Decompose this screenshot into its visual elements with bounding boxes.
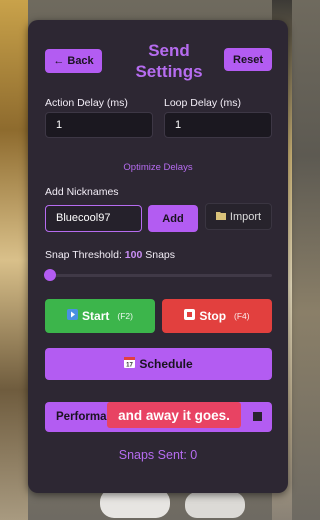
add-button-label: Add	[162, 212, 184, 225]
send-settings-panel: ← Back Send Settings Reset Action Delay …	[28, 20, 288, 493]
optimize-delays-link[interactable]: Optimize Delays	[28, 162, 288, 173]
background-shoe	[185, 492, 245, 518]
folder-icon	[215, 211, 226, 223]
performance-mode-checkbox[interactable]	[253, 412, 262, 421]
snap-threshold-slider[interactable]	[46, 274, 272, 277]
import-button[interactable]: Import	[205, 203, 272, 230]
schedule-button[interactable]: 17 Schedule	[45, 348, 272, 380]
title-line-1: Send	[148, 41, 190, 60]
stop-icon	[184, 309, 196, 323]
schedule-button-label: Schedule	[139, 357, 193, 371]
nickname-input[interactable]: Bluecool97	[45, 205, 142, 232]
stop-button[interactable]: Stop (F4)	[162, 299, 272, 333]
video-caption: and away it goes.	[107, 402, 241, 428]
page-title: Send Settings	[114, 40, 224, 82]
action-delay-label: Action Delay (ms)	[45, 97, 128, 109]
snap-threshold-prefix: Snap Threshold:	[45, 249, 122, 261]
snap-threshold-value: 100	[124, 249, 143, 261]
loop-delay-label: Loop Delay (ms)	[164, 97, 242, 109]
import-button-label: Import	[229, 210, 262, 223]
svg-text:17: 17	[126, 363, 133, 369]
start-button-label: Start	[82, 309, 110, 323]
title-line-2: Settings	[135, 62, 203, 81]
start-button[interactable]: Start (F2)	[45, 299, 155, 333]
reset-button[interactable]: Reset	[224, 48, 272, 71]
back-button[interactable]: ← Back	[45, 49, 102, 73]
start-shortcut: (F2)	[117, 311, 133, 321]
action-delay-input[interactable]: 1	[45, 112, 153, 138]
background-photo-left	[0, 0, 28, 520]
snap-threshold-label: Snap Threshold: 100 Snaps	[45, 249, 175, 261]
loop-delay-input[interactable]: 1	[164, 112, 272, 138]
slider-thumb[interactable]	[44, 269, 56, 281]
snap-threshold-suffix: Snaps	[145, 249, 176, 261]
play-icon	[67, 309, 79, 323]
calendar-icon: 17	[124, 357, 136, 371]
stop-button-label: Stop	[199, 309, 227, 323]
add-nicknames-label: Add Nicknames	[45, 186, 119, 198]
add-button[interactable]: Add	[148, 205, 198, 232]
stop-shortcut: (F4)	[234, 311, 250, 321]
snaps-sent-counter: Snaps Sent: 0	[118, 448, 198, 462]
